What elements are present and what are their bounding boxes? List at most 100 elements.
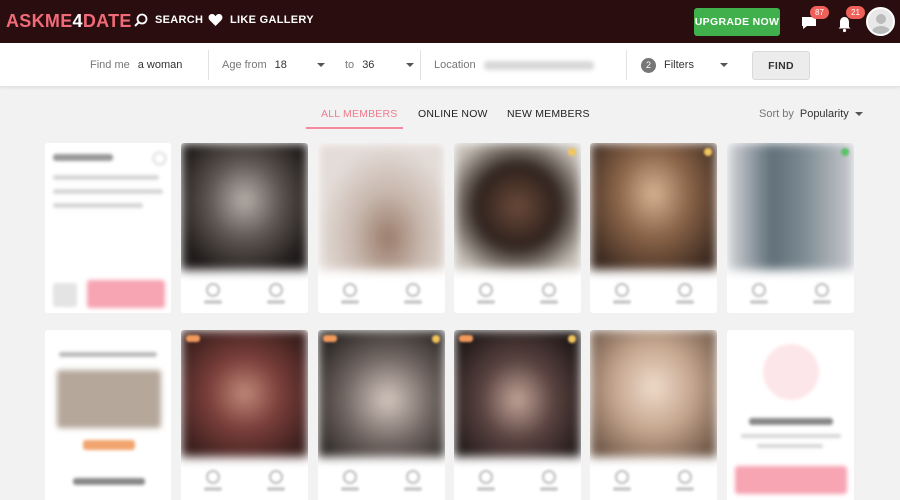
member-photo-blurred[interactable] <box>727 143 854 270</box>
member-photo-blurred[interactable] <box>454 330 581 457</box>
offer-image-blurred <box>57 370 161 428</box>
member-actions <box>454 273 581 313</box>
find-me-value: a woman <box>137 59 183 71</box>
add-photo-button[interactable] <box>735 466 847 494</box>
chat-action[interactable] <box>727 273 791 313</box>
chat-action[interactable] <box>181 460 245 500</box>
chat-icon <box>205 469 220 484</box>
age-to-select[interactable]: to 36 <box>345 43 415 87</box>
member-photo-blurred[interactable] <box>590 330 717 457</box>
search-nav-label: SEARCH <box>155 14 204 26</box>
member-card[interactable] <box>454 143 581 313</box>
member-photo-blurred[interactable] <box>181 330 308 457</box>
member-card[interactable] <box>590 143 717 313</box>
help-icon[interactable] <box>153 152 166 165</box>
chevron-down-icon <box>316 63 325 67</box>
member-photo-blurred[interactable] <box>318 143 445 270</box>
member-actions <box>590 273 717 313</box>
age-from-value: 18 <box>274 59 287 71</box>
location-select[interactable]: Location <box>434 43 594 87</box>
sort-value: Popularity <box>799 108 849 120</box>
offer-of-the-day-card[interactable] <box>45 330 171 500</box>
member-card[interactable] <box>590 330 717 500</box>
notifications-button[interactable]: 21 <box>836 6 865 34</box>
online-indicator <box>841 148 849 156</box>
member-actions <box>454 460 581 500</box>
site-logo[interactable]: ASKME4DATE <box>6 11 132 32</box>
member-card[interactable] <box>454 330 581 500</box>
chat-icon <box>342 469 357 484</box>
add-picture-text-blurred <box>757 444 823 448</box>
like-icon <box>406 282 421 297</box>
tab-online-now[interactable]: ONLINE NOW <box>418 108 488 120</box>
member-photo-blurred[interactable] <box>590 143 717 270</box>
member-actions <box>590 460 717 500</box>
offer-text-blurred <box>59 352 157 357</box>
like-action[interactable] <box>382 460 446 500</box>
divider <box>420 50 421 80</box>
promo-action-button[interactable] <box>87 280 165 308</box>
like-icon <box>678 282 693 297</box>
add-profile-picture-card[interactable] <box>727 330 854 500</box>
like-action[interactable] <box>518 273 582 313</box>
age-from-label: Age from <box>222 59 267 71</box>
member-card[interactable] <box>181 143 308 313</box>
active-tab-indicator <box>306 127 403 129</box>
find-me-select[interactable]: Find me a woman <box>90 43 182 87</box>
chat-action[interactable] <box>318 273 382 313</box>
like-action[interactable] <box>245 460 309 500</box>
member-photo-blurred[interactable] <box>318 330 445 457</box>
logo-prefix: ASKME <box>6 11 73 31</box>
chat-action[interactable] <box>454 460 518 500</box>
messages-count-badge: 87 <box>810 6 829 19</box>
tab-all-members[interactable]: ALL MEMBERS <box>321 108 398 120</box>
like-action[interactable] <box>654 460 718 500</box>
messages-button[interactable]: 87 <box>800 6 829 34</box>
chevron-down-icon <box>720 63 728 67</box>
like-gallery-nav-link[interactable]: LIKE GALLERY <box>208 13 314 27</box>
offer-badge-blurred <box>83 440 135 450</box>
like-action[interactable] <box>518 460 582 500</box>
chat-action[interactable] <box>590 273 654 313</box>
like-icon <box>406 469 421 484</box>
member-photo-blurred[interactable] <box>181 143 308 270</box>
member-actions <box>181 460 308 500</box>
chat-icon <box>614 469 629 484</box>
member-card[interactable] <box>181 330 308 500</box>
upgrade-now-button[interactable]: UPGRADE NOW <box>694 8 780 36</box>
like-action[interactable] <box>654 273 718 313</box>
age-from-select[interactable]: Age from 18 <box>222 43 325 87</box>
heart-icon <box>208 14 223 26</box>
filters-dropdown[interactable]: 2 Filters <box>641 43 728 87</box>
promo-text-blurred <box>53 175 159 180</box>
status-indicator <box>432 335 440 343</box>
divider <box>208 50 209 80</box>
user-avatar[interactable] <box>866 7 895 36</box>
member-card[interactable] <box>727 143 854 313</box>
member-photo-blurred[interactable] <box>454 143 581 270</box>
search-icon <box>134 13 148 27</box>
user-silhouette-icon <box>872 14 890 34</box>
chat-icon <box>614 282 629 297</box>
promo-title-blurred <box>53 154 113 161</box>
sort-control[interactable]: Sort by Popularity <box>759 108 863 120</box>
new-badge <box>186 335 200 342</box>
chat-action[interactable] <box>181 273 245 313</box>
find-button[interactable]: FIND <box>752 51 810 80</box>
like-action[interactable] <box>245 273 309 313</box>
member-actions <box>181 273 308 313</box>
chat-action[interactable] <box>454 273 518 313</box>
member-card[interactable] <box>318 143 445 313</box>
offer-title-blurred <box>73 478 145 485</box>
camera-icon <box>763 344 819 400</box>
member-card[interactable] <box>318 330 445 500</box>
add-picture-text-blurred <box>741 434 841 438</box>
chat-action[interactable] <box>318 460 382 500</box>
like-action[interactable] <box>791 273 855 313</box>
search-nav-link[interactable]: SEARCH <box>134 13 203 27</box>
tab-new-members[interactable]: NEW MEMBERS <box>507 108 590 120</box>
notifications-count-badge: 21 <box>846 6 865 19</box>
like-action[interactable] <box>382 273 446 313</box>
chat-icon <box>478 282 493 297</box>
chat-action[interactable] <box>590 460 654 500</box>
